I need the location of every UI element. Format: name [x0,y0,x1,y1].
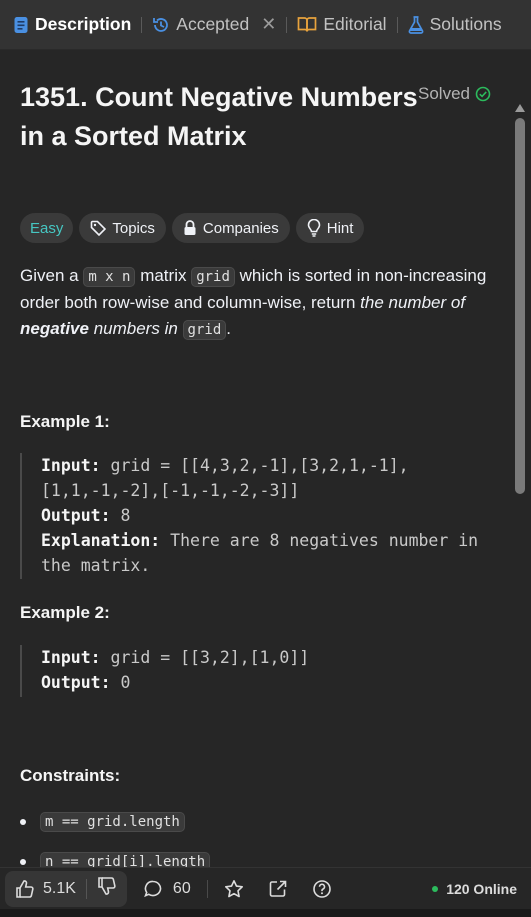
desc-emphasis: numbers in [88,319,183,338]
problem-description: Given a m x n matrix grid which is sorte… [20,263,500,343]
desc-emphasis: the number of [360,293,466,312]
desc-text: . [226,319,231,338]
constraint-item: m == grid.length [20,812,185,832]
tab-editorial[interactable]: Editorial [297,0,387,49]
help-button[interactable] [312,879,332,899]
tab-bar: Description Accepted ✕ Editorial Solutio… [0,0,531,50]
scroll-up-arrow-icon[interactable] [515,104,525,112]
tab-solutions[interactable]: Solutions [408,0,502,49]
question-circle-icon [312,879,331,898]
tab-divider [286,16,288,33]
desc-strong: negative [20,319,89,338]
vote-group: 5.1K [5,870,127,907]
problem-tags: Easy Topics Companies Hint [20,213,365,243]
example-2-output: Output: 0 [41,673,131,692]
tab-divider [396,16,398,33]
share-button[interactable] [268,879,288,899]
desc-text: matrix [135,266,192,285]
lock-icon [183,220,197,236]
problem-title: 1351. Count Negative Numbers in a Sorted… [20,82,418,151]
difficulty-badge: Easy [20,213,74,243]
example-1-explanation: Explanation: There are 8 negatives numbe… [41,531,479,575]
thumbs-up-icon [15,879,35,899]
companies-label: Companies [202,219,279,237]
solved-status: Solved [418,84,491,104]
topics-button[interactable]: Topics [79,213,166,243]
bullet-dot [20,819,26,825]
favorite-button[interactable] [224,879,244,899]
online-indicator: 120 Online [432,881,517,897]
example-2-block: Input: grid = [[3,2],[1,0]] Output: 0 [20,645,500,697]
check-circle-icon [475,86,491,102]
bullet-dot [20,859,26,865]
external-link-icon [269,880,287,897]
hint-button[interactable]: Hint [295,213,365,243]
online-dot [432,885,439,892]
tab-description[interactable]: Description [13,0,131,49]
constraints-heading: Constraints: [20,766,121,785]
hint-label: Hint [326,219,354,237]
tab-divider [141,16,143,33]
close-icon[interactable]: ✕ [261,14,276,35]
like-count: 5.1K [43,879,76,897]
tab-accepted-label: Accepted [176,14,250,34]
example-1-heading: Example 1: [20,412,110,431]
example-2-heading: Example 2: [20,603,110,622]
constraint-item: n == grid[i].length [20,852,211,867]
companies-button[interactable]: Companies [171,213,290,243]
scrollbar[interactable] [514,102,526,867]
topics-label: Topics [112,219,155,237]
tab-editorial-label: Editorial [323,14,387,34]
comments-button[interactable]: 60 [143,879,191,899]
bottom-action-bar: 5.1K 60 120 Online [0,867,531,909]
solved-label: Solved [418,84,470,103]
inline-code: m x n [83,267,136,287]
constraint-code: m == grid.length [40,812,185,832]
flask-icon [408,15,424,34]
document-icon [13,16,29,34]
constraint-code: n == grid[i].length [40,852,211,867]
comment-icon [143,879,163,899]
example-1-block: Input: grid = [[4,3,2,-1],[3,2,1,-1],[1,… [20,453,500,579]
inline-code: grid [191,267,235,287]
example-1-output: Output: 8 [41,506,131,525]
lightbulb-icon [307,219,321,237]
inline-code: grid [182,320,227,340]
tab-solutions-label: Solutions [429,14,502,34]
desc-text: Given a [20,266,84,285]
dislike-button[interactable] [87,871,127,907]
thumbs-down-icon [97,876,117,901]
window-bottom-edge [0,909,531,917]
comment-count: 60 [172,879,191,897]
tag-icon [90,220,107,236]
like-button[interactable]: 5.1K [5,871,86,907]
history-icon [152,16,170,34]
tab-description-label: Description [35,14,132,34]
scroll-thumb[interactable] [515,118,525,494]
book-icon [297,16,317,33]
example-1-input: Input: grid = [[4,3,2,-1],[3,2,1,-1],[1,… [41,456,409,500]
description-panel: 1351. Count Negative Numbers in a Sorted… [0,50,531,867]
footer-divider [206,879,208,898]
tab-accepted[interactable]: Accepted ✕ [152,0,276,49]
online-count: 120 Online [446,880,517,897]
star-icon [224,879,243,897]
example-2-input: Input: grid = [[3,2],[1,0]] [41,648,310,667]
